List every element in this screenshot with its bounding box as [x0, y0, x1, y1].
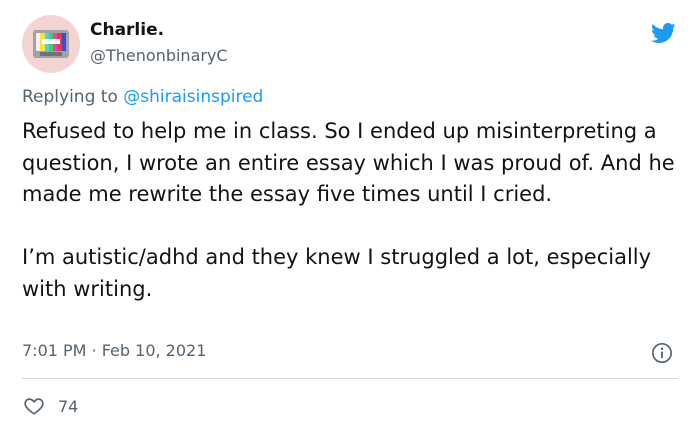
reply-mention-link[interactable]: @shiraisinspired	[123, 87, 263, 107]
avatar[interactable]	[22, 15, 80, 73]
like-count: 74	[58, 396, 79, 416]
tweet-text: Refused to help me in class. So I ended …	[22, 116, 682, 305]
replying-to: Replying to @shiraisinspired	[22, 87, 263, 107]
divider	[22, 378, 678, 379]
replying-prefix: Replying to	[22, 87, 124, 107]
tweet-card: Charlie. @ThenonbinaryC Replying to @shi…	[0, 0, 700, 433]
display-name[interactable]: Charlie.	[90, 20, 164, 40]
tweet-paragraph: I’m autistic/adhd and they knew I strugg…	[22, 245, 652, 301]
info-icon[interactable]	[651, 342, 673, 364]
tv-illustration	[33, 30, 69, 58]
tweet-timestamp[interactable]: 7:01 PM · Feb 10, 2021	[22, 341, 206, 360]
tweet-paragraph: Refused to help me in class. So I ended …	[22, 119, 675, 206]
heart-icon	[24, 398, 44, 415]
like-button[interactable]: 74	[22, 395, 78, 417]
twitter-bird-icon[interactable]	[648, 20, 678, 46]
user-handle[interactable]: @ThenonbinaryC	[90, 46, 228, 65]
